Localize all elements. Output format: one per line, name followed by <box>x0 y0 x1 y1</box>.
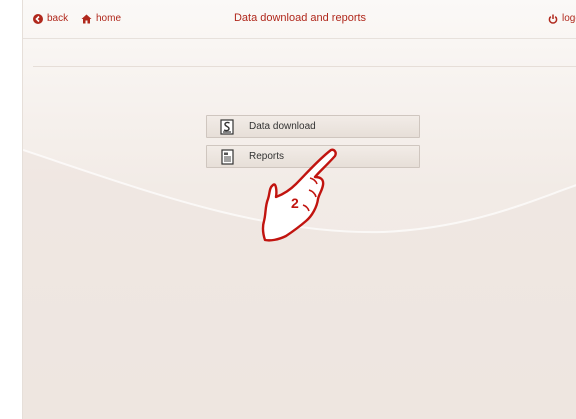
app-frame: back home Data download and reports logo <box>22 0 576 419</box>
reports-icon <box>219 148 235 165</box>
logout-label: logo <box>562 13 576 24</box>
data-download-icon <box>219 118 235 135</box>
page-title: Data download and reports <box>233 12 367 24</box>
divider <box>33 66 576 67</box>
step-number: 2 <box>291 195 299 211</box>
data-download-label: Data download <box>249 121 316 132</box>
power-icon <box>548 14 558 24</box>
data-download-button[interactable]: Data download <box>206 115 420 138</box>
pointing-hand-icon <box>261 148 337 242</box>
logout-button[interactable]: logo <box>548 13 576 24</box>
pointing-hand-annotation: 2 <box>261 148 337 242</box>
top-bar: back home Data download and reports logo <box>23 0 576 39</box>
